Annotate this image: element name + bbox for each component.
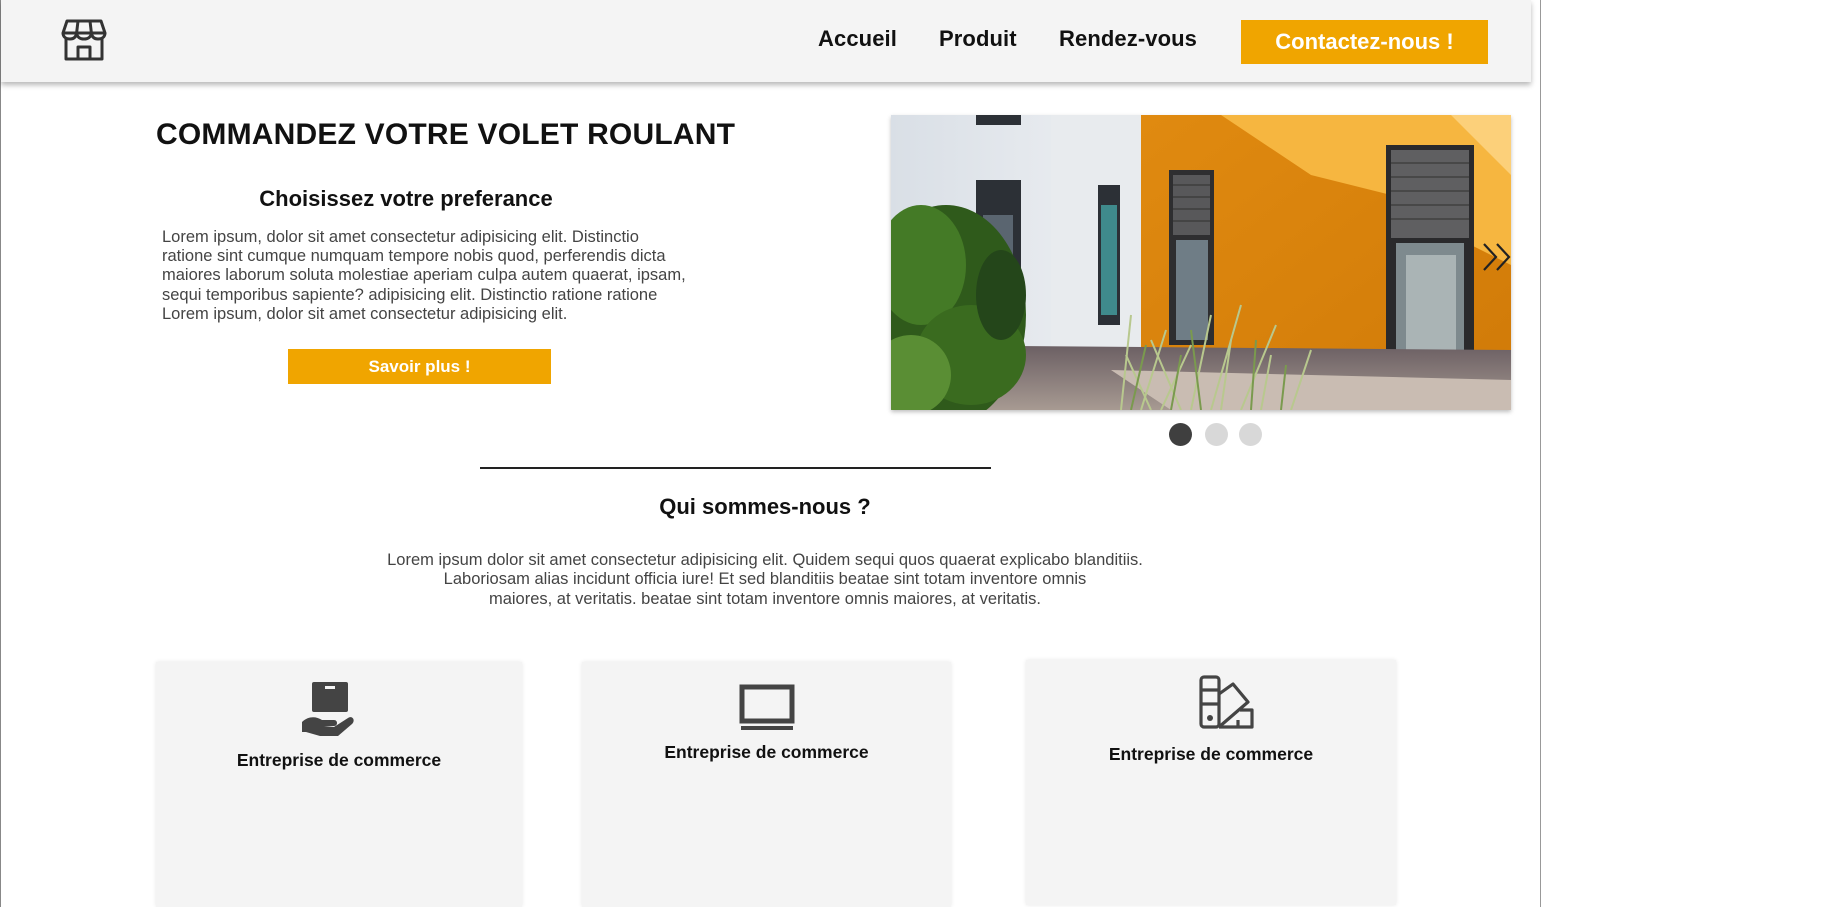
hand-holding-box-icon: [300, 682, 360, 745]
carousel-dot-2[interactable]: [1205, 423, 1228, 446]
about-title: Qui sommes-nous ?: [659, 494, 871, 519]
double-chevron-right-icon[interactable]: [1480, 240, 1514, 274]
monitor-icon: [739, 684, 795, 737]
nav-accueil[interactable]: Accueil: [818, 26, 897, 52]
carousel-dot-3[interactable]: [1239, 423, 1262, 446]
savoir-plus-button[interactable]: Savoir plus !: [288, 349, 551, 384]
page-border: [0, 0, 1, 907]
service-card-1[interactable]: Entreprise de commerce: [156, 662, 522, 907]
nav-produit[interactable]: Produit: [939, 26, 1017, 52]
carousel-image: [891, 115, 1511, 410]
nav-rendez-vous[interactable]: Rendez-vous: [1059, 26, 1197, 52]
hero-title: COMMANDEZ VOTRE VOLET ROULANT: [156, 118, 736, 151]
hero-subtitle: Choisissez votre preferance: [259, 186, 553, 211]
card-label: Entreprise de commerce: [236, 750, 442, 770]
store-icon[interactable]: [61, 17, 107, 63]
carousel-dot-1[interactable]: [1169, 423, 1192, 446]
site-header: Accueil Produit Rendez-vous Contactez-no…: [1, 0, 1531, 82]
about-text: Lorem ipsum dolor sit amet consectetur a…: [387, 551, 1143, 608]
contact-button[interactable]: Contactez-nous !: [1241, 20, 1488, 64]
hero-text: Lorem ipsum, dolor sit amet consectetur …: [162, 228, 686, 323]
card-label: Entreprise de commerce: [1108, 744, 1314, 764]
service-card-2[interactable]: Entreprise de commerce: [582, 662, 951, 907]
page-border: [1540, 0, 1541, 907]
swatchbook-icon: [1198, 674, 1256, 737]
service-card-3[interactable]: Entreprise de commerce: [1026, 660, 1396, 905]
section-divider: [480, 467, 991, 469]
card-label: Entreprise de commerce: [664, 742, 869, 762]
